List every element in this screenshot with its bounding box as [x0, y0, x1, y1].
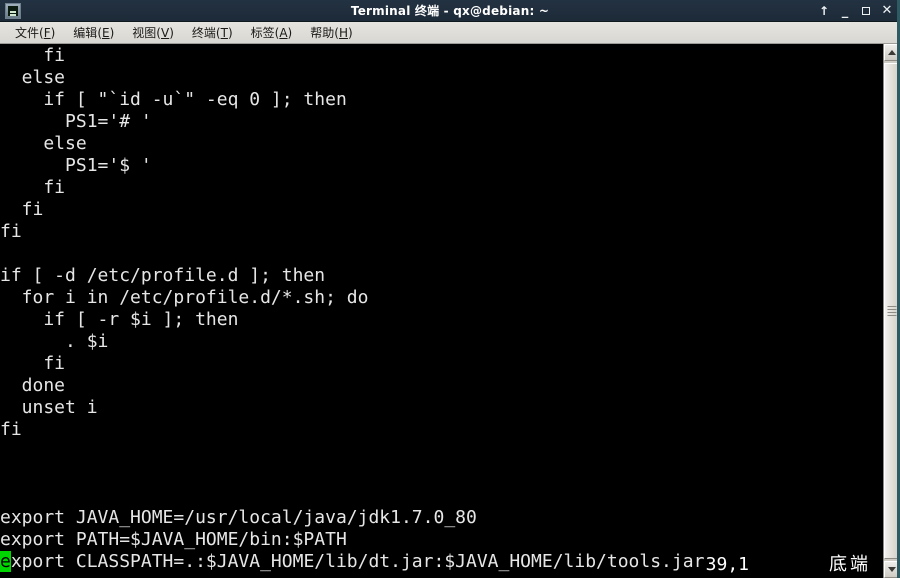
terminal-line: PS1='$ ': [0, 155, 152, 176]
terminal-line: done: [0, 375, 66, 396]
menu-tabs-accel: A: [279, 25, 288, 40]
menu-file-label: 文件: [15, 25, 40, 40]
terminal-line: if [ -r $i ]; then: [0, 309, 239, 330]
minimize-button[interactable]: _: [839, 4, 851, 18]
menu-view-accel: V: [160, 25, 170, 40]
terminal-text: fi else if [ "`id -u`" -eq 0 ]; then PS1…: [0, 44, 883, 573]
terminal-line: fi: [0, 419, 22, 440]
terminal-screen[interactable]: fi else if [ "`id -u`" -eq 0 ]; then PS1…: [0, 44, 883, 578]
terminal-line: . $i: [0, 331, 109, 352]
terminal-line: else: [0, 67, 66, 88]
terminal-line: fi: [0, 199, 44, 220]
scroll-thumb-grip: [887, 306, 897, 316]
menu-help[interactable]: 帮助(H): [301, 23, 361, 43]
menu-view-label: 视图: [132, 25, 157, 40]
terminal-line: export JAVA_HOME=/usr/local/java/jdk1.7.…: [0, 507, 477, 528]
menu-terminal-accel: T: [220, 25, 228, 40]
menu-terminal[interactable]: 终端(T): [183, 23, 242, 43]
title-bar[interactable]: Terminal 终端 - qx@debian: ~ ↑ _ ✕: [0, 0, 900, 22]
terminal-icon: [5, 2, 21, 19]
menu-tabs-label: 标签: [250, 25, 275, 40]
caret-up-icon: [888, 50, 896, 55]
menu-edit[interactable]: 编辑(E): [64, 23, 123, 43]
menu-tabs[interactable]: 标签(A): [242, 23, 302, 43]
window-title: Terminal 终端 - qx@debian: ~: [350, 3, 550, 18]
menu-file[interactable]: 文件(F): [6, 23, 64, 43]
caret-down-icon: [888, 567, 896, 572]
close-button[interactable]: ✕: [881, 4, 893, 18]
menu-bar: 文件(F) 编辑(E) 视图(V) 终端(T) 标签(A) 帮助(H): [0, 22, 900, 44]
menu-terminal-label: 终端: [191, 25, 216, 40]
terminal-line: fi: [0, 353, 66, 374]
terminal-line: for i in /etc/profile.d/*.sh; do: [0, 287, 369, 308]
menu-view[interactable]: 视图(V): [123, 23, 183, 43]
menu-edit-label: 编辑: [73, 25, 98, 40]
terminal-line: if [ -d /etc/profile.d ]; then: [0, 265, 326, 286]
menu-help-label: 帮助: [310, 25, 335, 40]
terminal-line: export PATH=$JAVA_HOME/bin:$PATH: [0, 529, 347, 550]
terminal-line: else: [0, 133, 87, 154]
terminal-line: fi: [0, 45, 66, 66]
terminal-line: fi: [0, 221, 22, 242]
window-controls: ↑ _ ✕: [818, 4, 893, 18]
maximize-button[interactable]: [860, 4, 872, 18]
terminal-body: fi else if [ "`id -u`" -eq 0 ]; then PS1…: [0, 0, 900, 578]
file-position-state: 底端: [829, 554, 871, 575]
menu-help-accel: H: [338, 25, 348, 40]
shade-button[interactable]: ↑: [818, 4, 830, 18]
cursor-position: 39,1: [705, 554, 749, 575]
vim-status-line: 39,1 底端: [0, 552, 883, 578]
terminal-window: Terminal 终端 - qx@debian: ~ ↑ _ ✕ 文件(F) 编…: [0, 0, 900, 578]
menu-file-accel: F: [43, 25, 51, 40]
menu-edit-accel: E: [102, 25, 110, 40]
terminal-line: if [ "`id -u`" -eq 0 ]; then: [0, 89, 347, 110]
terminal-line: PS1='# ': [0, 111, 152, 132]
terminal-line: fi: [0, 177, 66, 198]
terminal-line: unset i: [0, 397, 98, 418]
